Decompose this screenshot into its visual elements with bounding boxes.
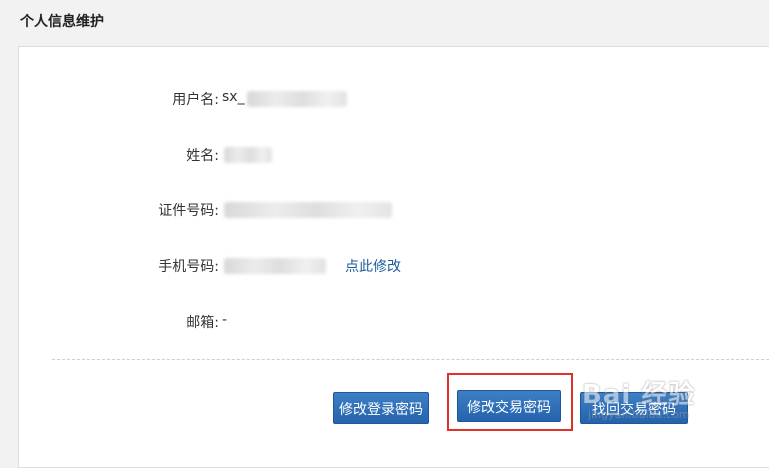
email-value: - <box>222 312 228 328</box>
email-label: 邮箱: <box>186 315 219 331</box>
username-label: 用户名: <box>172 92 219 108</box>
page-header: 个人信息维护 <box>0 0 769 46</box>
id-number-redacted <box>224 202 392 218</box>
phone-row: 手机号码: 点此修改 <box>19 256 769 276</box>
name-label: 姓名: <box>186 148 219 164</box>
section-divider <box>52 359 769 360</box>
phone-label: 手机号码: <box>158 259 219 275</box>
id-number-row: 证件号码: <box>19 200 769 220</box>
username-row: 用户名: sx_ <box>19 89 769 109</box>
name-row: 姓名: <box>19 145 769 165</box>
email-row: 邮箱: - <box>19 312 769 332</box>
change-login-password-button[interactable]: 修改登录密码 <box>333 392 429 424</box>
id-number-label: 证件号码: <box>158 203 219 219</box>
annotation-highlight-box <box>447 373 573 431</box>
name-redacted <box>224 147 272 163</box>
phone-edit-link[interactable]: 点此修改 <box>345 256 401 276</box>
watermark-url: jingyan.baidu.com <box>588 408 690 421</box>
page-title: 个人信息维护 <box>20 14 104 30</box>
username-redacted <box>247 91 347 107</box>
watermark-logo: Bai 经验 <box>582 380 696 410</box>
watermark: Bai 经验 jingyan.baidu.com <box>582 368 762 428</box>
phone-redacted <box>224 258 326 274</box>
username-value: sx_ <box>222 89 245 105</box>
